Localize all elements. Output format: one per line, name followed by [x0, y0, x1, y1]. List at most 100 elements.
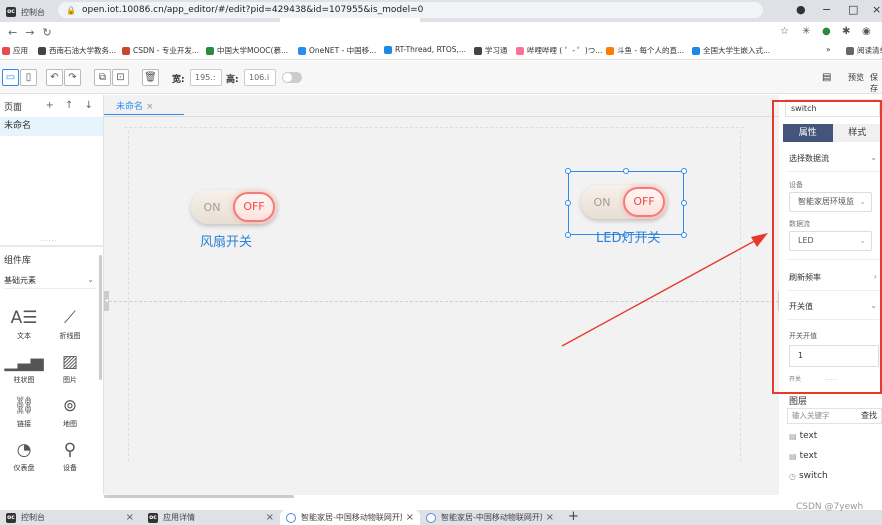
lock-icon: 🔒 — [66, 5, 76, 15]
switch-off-knob: OFF — [622, 187, 665, 217]
component-image[interactable]: ▨ 图片 — [50, 349, 90, 391]
layer-item[interactable]: ▤ text — [789, 431, 817, 441]
layer-search-button[interactable]: 查找 — [861, 409, 877, 423]
device-icon: ⚲ — [63, 440, 77, 460]
component-category-select[interactable]: 基础元素 ⌄ — [4, 275, 96, 289]
left-panel: 页面 + ↑ ↓ 未命名 ...... 组件库 基础元素 ⌄ A☰ 文本 ⟋ 折… — [0, 95, 104, 495]
resize-handle[interactable] — [681, 232, 687, 238]
profile-icon[interactable]: ● — [796, 3, 806, 16]
forward-icon[interactable]: → — [25, 26, 34, 39]
lock-ratio-toggle[interactable] — [282, 72, 302, 83]
bookmark-embedded[interactable]: 全国大学生嵌入式... — [692, 45, 770, 56]
bookmark-more[interactable]: » — [826, 45, 831, 54]
bookmarks-bar: 应用 西南石油大学教务... CSDN - 专业开发... 中国大学MOOC(慕… — [0, 42, 882, 60]
bookmark-swpu[interactable]: 西南石油大学教务... — [38, 45, 116, 56]
bookmark-reading-list[interactable]: 阅读清单 — [846, 45, 882, 56]
fan-switch-label[interactable]: 风扇开关 — [200, 231, 252, 250]
site-icon — [474, 46, 482, 55]
resize-handle[interactable] — [565, 168, 571, 174]
width-input[interactable]: 195.: — [190, 69, 222, 86]
bookmark-csdn[interactable]: CSDN - 专业开发... — [122, 45, 199, 56]
led-switch-label[interactable]: LED灯开关 — [596, 227, 660, 246]
component-line-chart[interactable]: ⟋ 折线图 — [50, 305, 90, 347]
page-item[interactable]: 未命名 — [0, 117, 103, 136]
height-input[interactable]: 106.i — [244, 69, 276, 86]
site-icon — [206, 46, 214, 55]
preview-button[interactable]: 预览 — [848, 72, 864, 83]
redo-icon[interactable]: ↷ — [64, 69, 81, 86]
line-chart-icon: ⟋ — [64, 308, 76, 328]
bookmark-bilibili[interactable]: 哔哩哔哩 ( ゜- ゜)つ... — [516, 45, 602, 56]
bookmark-onenet[interactable]: OneNET - 中国移... — [298, 45, 376, 56]
guide-line — [104, 301, 779, 302]
component-gauge[interactable]: ◔ 仪表盘 — [4, 437, 44, 479]
component-map[interactable]: ⊚ 地图 — [50, 393, 90, 435]
close-icon[interactable]: × — [266, 512, 274, 523]
puzzle-icon[interactable]: ✱ — [842, 26, 850, 37]
canvas-horizontal-scrollbar[interactable] — [104, 495, 294, 498]
back-icon[interactable]: ← — [8, 26, 17, 39]
guide-line — [128, 131, 129, 461]
bookmark-rtthread[interactable]: RT-Thread, RTOS,... — [384, 45, 466, 54]
resize-handle[interactable] — [681, 200, 687, 206]
star-icon[interactable]: ☆ — [780, 26, 789, 37]
guide-line — [740, 131, 741, 461]
url-input[interactable]: 🔒 open.iot.10086.cn/app_editor/#/edit?pi… — [58, 2, 763, 18]
bookmark-douyu[interactable]: 斗鱼 - 每个人的直... — [606, 45, 684, 56]
editor-toolbar: ▭ ▯ ↶ ↷ ⧉ ⊡ 🗑 宽: 195.: 高: 106.i ▤ 预览 保存 — [0, 61, 882, 94]
close-icon[interactable]: × — [146, 102, 154, 112]
component-bar-chart[interactable]: ▁▃▅ 柱状图 — [4, 349, 44, 391]
component-text[interactable]: A☰ 文本 — [4, 305, 44, 347]
map-pin-icon: ⊚ — [62, 396, 78, 416]
canvas-top-border — [104, 116, 779, 117]
close-icon[interactable]: × — [546, 512, 554, 523]
page-actions[interactable]: + ↑ ↓ — [46, 100, 98, 111]
component-link[interactable]: ⛓ 链接 — [4, 393, 44, 435]
layer-item[interactable]: ◷ switch — [789, 471, 828, 481]
resize-handle[interactable] — [565, 232, 571, 238]
close-window-icon[interactable]: × — [872, 3, 881, 16]
document-icon[interactable]: ▤ — [822, 72, 831, 83]
design-canvas[interactable]: 未命名× ◂ ▸ ON OFF 风扇开关 ON OFF LED灯开关 — [104, 95, 783, 495]
resize-handle[interactable] — [681, 168, 687, 174]
browser-tab-strip-duplicate: oc 控制台 × oc 应用详情 × 智能家居-中国移动物联网开放平 × 智能家… — [0, 510, 882, 525]
canvas-page-tab[interactable]: 未命名 × — [116, 99, 154, 112]
close-icon[interactable]: × — [126, 512, 134, 523]
led-switch-widget[interactable]: ON OFF — [581, 185, 667, 219]
resize-handle[interactable]: ...... — [40, 236, 57, 243]
bookmark-mooc[interactable]: 中国大学MOOC(慕... — [206, 45, 288, 56]
extension-green-icon[interactable]: ● — [822, 26, 831, 37]
new-tab-button[interactable]: + — [568, 510, 579, 524]
reload-icon[interactable]: ↻ — [42, 26, 51, 39]
browser-tab-smart-home-active[interactable]: 智能家居-中国移动物联网开放平 × — [280, 510, 420, 525]
layers-title: 图层 — [789, 397, 808, 407]
component-device[interactable]: ⚲ 设备 — [50, 437, 90, 479]
minimize-icon[interactable]: − — [822, 3, 831, 16]
oc-icon: oc — [6, 7, 16, 17]
browser-tab-app-detail[interactable]: oc 应用详情 × — [142, 510, 280, 525]
delete-icon[interactable]: 🗑 — [142, 69, 159, 86]
browser-tab-console[interactable]: oc 控制台 × — [0, 510, 140, 525]
fan-switch-widget[interactable]: ON OFF — [191, 190, 277, 224]
account-icon[interactable]: ◉ — [862, 26, 871, 37]
resize-handle[interactable] — [565, 200, 571, 206]
desktop-view-icon[interactable]: ▭ — [2, 69, 19, 86]
close-icon[interactable]: × — [406, 512, 414, 523]
save-button[interactable]: 保存 — [870, 72, 882, 94]
undo-icon[interactable]: ↶ — [46, 69, 63, 86]
resize-handle[interactable] — [623, 168, 629, 174]
address-bar-row: ← → ↻ — [0, 22, 882, 42]
bookmark-xuexitong[interactable]: 学习通 — [474, 45, 508, 56]
mobile-view-icon[interactable]: ▯ — [20, 69, 37, 86]
maximize-icon[interactable]: □ — [848, 3, 858, 16]
switch-on-label: ON — [203, 200, 221, 214]
copy-icon[interactable]: ⧉ — [94, 69, 111, 86]
layer-item[interactable]: ▤ text — [789, 451, 817, 461]
library-scrollbar[interactable] — [99, 255, 102, 380]
extension-icon[interactable]: ✳ — [802, 26, 810, 37]
bookmark-apps[interactable]: 应用 — [2, 45, 28, 56]
browser-tab-smart-home[interactable]: 智能家居-中国移动物联网开放平 × — [420, 510, 560, 525]
collapse-left-handle[interactable]: ◂ — [104, 291, 109, 311]
layer-search-input[interactable]: 输入关键字 查找 — [787, 408, 882, 424]
paste-icon[interactable]: ⊡ — [112, 69, 129, 86]
